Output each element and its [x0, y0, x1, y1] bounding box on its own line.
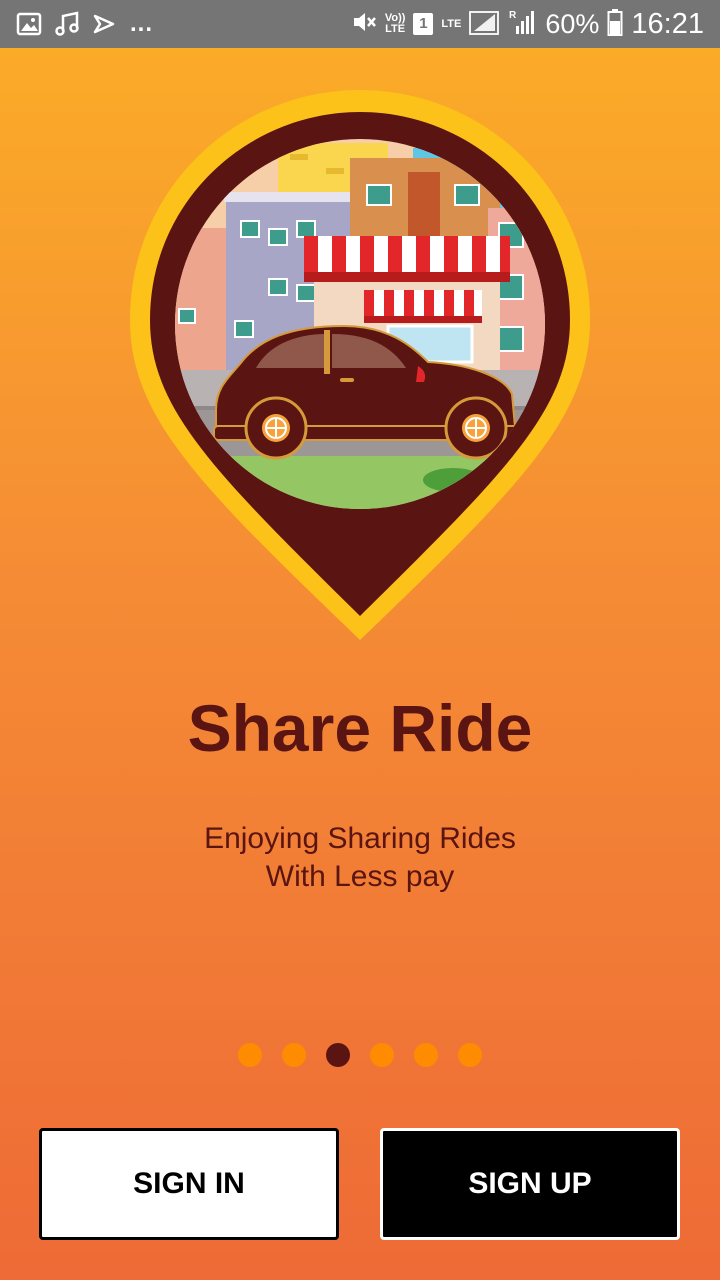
- onboarding-subtitle: Enjoying Sharing Rides With Less pay: [0, 820, 720, 896]
- svg-text:R: R: [472, 14, 480, 25]
- network-type: LTE: [441, 18, 462, 30]
- mute-icon: [351, 9, 377, 40]
- subtitle-line-2: With Less pay: [265, 860, 455, 893]
- signal-strength-icon: R: [509, 8, 537, 41]
- system-icons: Vo)) LTE 1 LTE R R 60% 16:21: [351, 8, 704, 41]
- battery-percentage: 60%: [545, 8, 600, 39]
- image-icon: [16, 12, 42, 36]
- volte-indicator: Vo)) LTE: [385, 13, 406, 35]
- music-note-icon: [54, 11, 80, 37]
- onboarding-title: Share Ride: [187, 691, 533, 765]
- sign-up-button[interactable]: SIGN UP: [380, 1128, 680, 1240]
- share-ride-illustration: [128, 88, 592, 644]
- battery-icon: [607, 8, 623, 41]
- page-dot[interactable]: [414, 1043, 438, 1067]
- volte-bottom: LTE: [385, 23, 406, 35]
- page-dot[interactable]: [238, 1043, 262, 1067]
- clock: 16:21: [631, 7, 704, 40]
- sim-slot-badge: 1: [413, 13, 434, 35]
- shop-awning: [304, 236, 510, 282]
- page-dot[interactable]: [370, 1043, 394, 1067]
- svg-text:R: R: [509, 10, 517, 21]
- download-done-icon: [92, 12, 116, 36]
- page-dot[interactable]: [282, 1043, 306, 1067]
- status-bar: ... Vo)) LTE 1 LTE R R 60% 16:21: [0, 0, 720, 48]
- more-notifications: ...: [130, 10, 154, 37]
- notification-icons: ...: [16, 11, 153, 37]
- page-dot-active[interactable]: [326, 1043, 350, 1067]
- car-wheel-front: [244, 396, 308, 460]
- sign-in-button[interactable]: SIGN IN: [39, 1128, 339, 1240]
- page-indicator: [0, 1043, 720, 1067]
- signal-roaming-icon: R: [469, 8, 501, 41]
- page-dot[interactable]: [458, 1043, 482, 1067]
- subtitle-line-1: Enjoying Sharing Rides: [204, 822, 516, 855]
